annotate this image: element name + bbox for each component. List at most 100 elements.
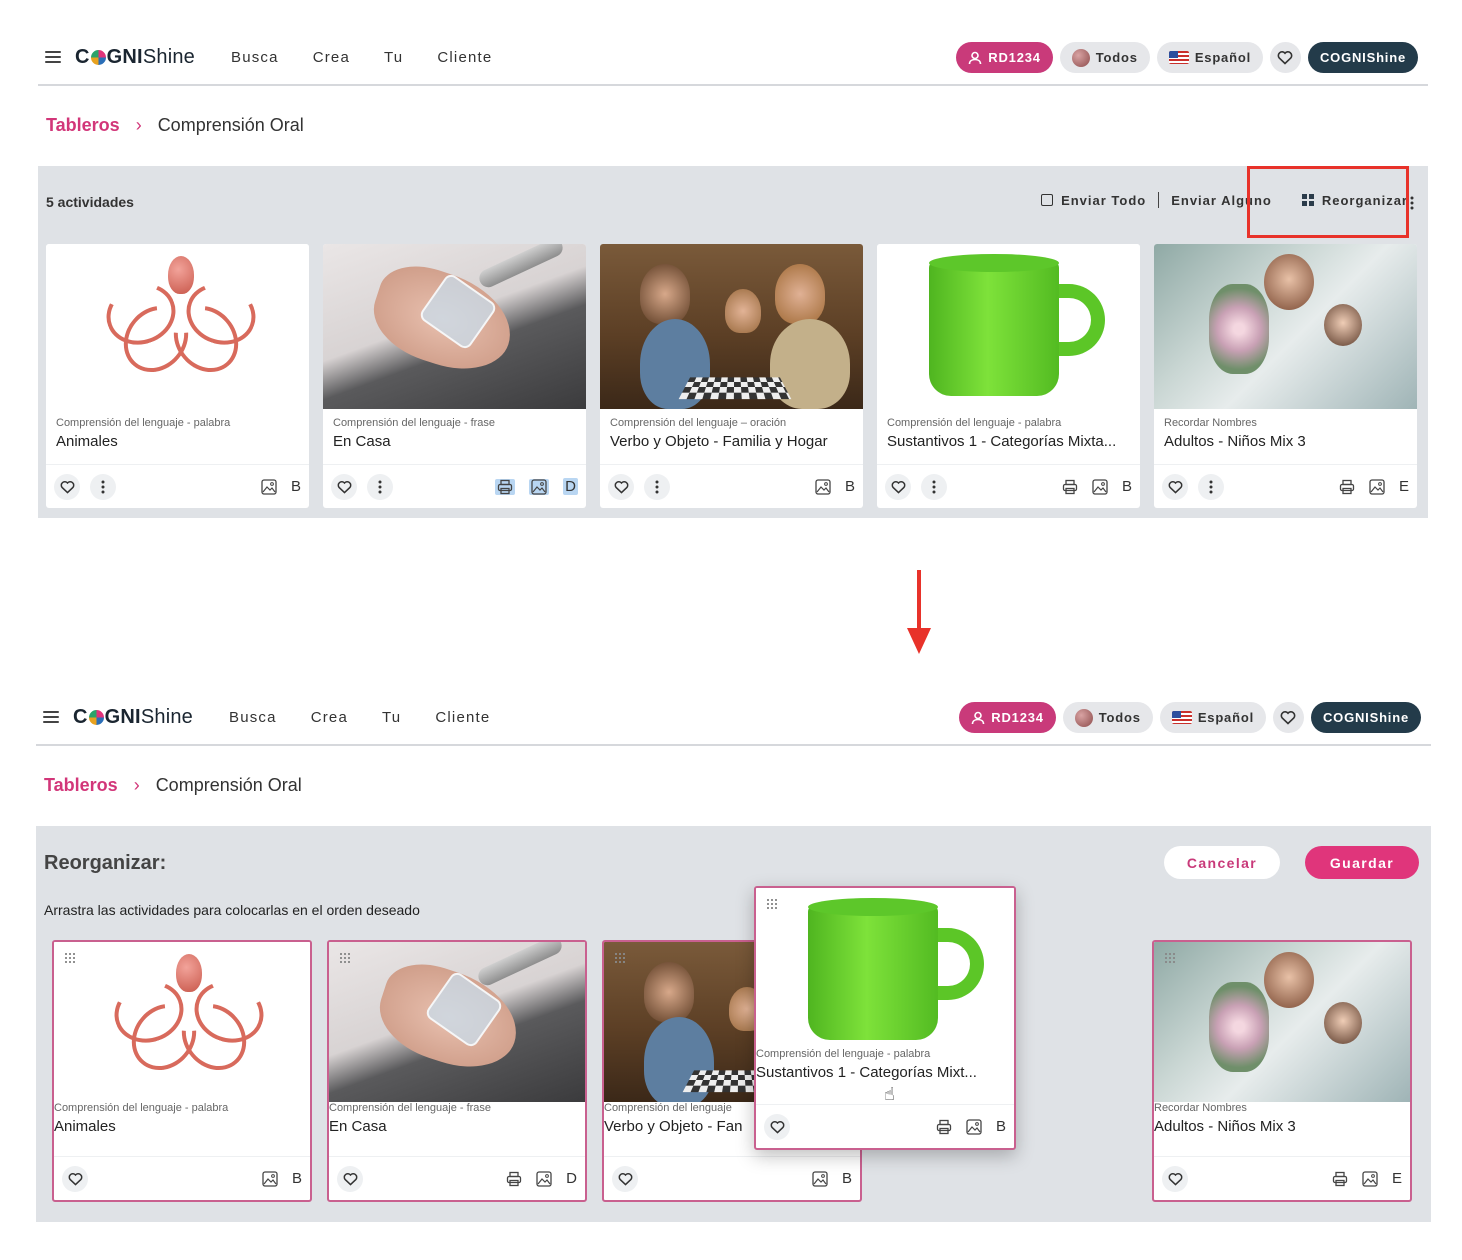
us-flag-icon bbox=[1168, 51, 1189, 64]
printer-icon[interactable] bbox=[1062, 479, 1078, 495]
drag-handle-icon[interactable] bbox=[614, 952, 626, 964]
user-pill[interactable]: RD1234 bbox=[956, 42, 1053, 73]
card-menu-button[interactable] bbox=[367, 473, 393, 500]
brand-pill[interactable]: COGNIShine bbox=[1307, 42, 1418, 73]
card-title: Verbo y Objeto - Familia y Hogar bbox=[610, 433, 828, 450]
printer-icon[interactable] bbox=[506, 1171, 522, 1187]
brand-pill[interactable]: COGNIShine bbox=[1310, 702, 1421, 733]
level-letter: B bbox=[291, 1170, 302, 1187]
favorite-button[interactable] bbox=[885, 473, 911, 500]
favorite-button[interactable] bbox=[331, 473, 357, 500]
favorite-button[interactable] bbox=[337, 1165, 363, 1192]
card-category: Recordar Nombres bbox=[1154, 1102, 1247, 1114]
logo[interactable]: C GNI Shine bbox=[73, 706, 193, 729]
heart-icon bbox=[1281, 711, 1296, 725]
favorites-button[interactable] bbox=[1272, 702, 1304, 733]
nav-crea[interactable]: Crea bbox=[311, 709, 348, 726]
image-icon[interactable] bbox=[815, 478, 831, 495]
save-button[interactable]: Guardar bbox=[1305, 846, 1419, 879]
activity-card[interactable]: Comprensión del lenguaje - palabra Anima… bbox=[46, 244, 309, 508]
activity-card[interactable]: Comprensión del lenguaje - frase En Casa… bbox=[323, 244, 586, 508]
nav-cliente[interactable]: Cliente bbox=[437, 49, 492, 66]
card-category: Comprensión del lenguaje - palabra bbox=[756, 1048, 931, 1060]
image-icon[interactable] bbox=[812, 1170, 828, 1187]
nav-crea[interactable]: Crea bbox=[313, 49, 350, 66]
card-menu-button[interactable] bbox=[90, 473, 116, 500]
image-icon[interactable] bbox=[1369, 478, 1385, 495]
image-button[interactable] bbox=[529, 478, 550, 495]
card-title: Sustantivos 1 - Categorías Mixta... bbox=[887, 433, 1117, 450]
activity-card[interactable]: Comprensión del lenguaje - palabra Susta… bbox=[877, 244, 1140, 508]
cancel-button[interactable]: Cancelar bbox=[1164, 846, 1280, 879]
activity-card[interactable]: Comprensión del lenguaje – oración Verbo… bbox=[600, 244, 863, 508]
group-avatar-icon bbox=[1071, 48, 1090, 67]
drag-handle-icon[interactable] bbox=[766, 898, 778, 910]
group-pill[interactable]: Todos bbox=[1059, 42, 1150, 73]
nav-cliente[interactable]: Cliente bbox=[435, 709, 490, 726]
more-vertical-icon bbox=[378, 480, 382, 493]
grab-cursor-icon: ☝ bbox=[884, 1084, 895, 1104]
drag-handle-icon[interactable] bbox=[1164, 952, 1176, 964]
favorite-button[interactable] bbox=[764, 1113, 790, 1140]
card-menu-button[interactable] bbox=[921, 473, 947, 500]
heart-icon bbox=[1168, 1172, 1182, 1186]
image-icon[interactable] bbox=[1092, 478, 1108, 495]
image-icon[interactable] bbox=[262, 1170, 278, 1187]
card-menu-button[interactable] bbox=[1198, 473, 1224, 500]
more-vertical-icon bbox=[1209, 480, 1213, 493]
sortable-card[interactable]: Recordar Nombres Adultos - Niños Mix 3 E bbox=[1152, 940, 1412, 1202]
favorite-button[interactable] bbox=[54, 473, 80, 500]
image-icon bbox=[531, 478, 547, 495]
more-options-icon[interactable] bbox=[1410, 196, 1414, 210]
printer-icon[interactable] bbox=[1332, 1171, 1348, 1187]
breadcrumb-current: Comprensión Oral bbox=[155, 774, 302, 795]
favorite-button[interactable] bbox=[1162, 1165, 1188, 1192]
drag-handle-icon[interactable] bbox=[339, 952, 351, 964]
breadcrumb-root[interactable]: Tableros bbox=[46, 115, 120, 136]
printer-icon[interactable] bbox=[936, 1119, 952, 1135]
heart-icon bbox=[1278, 51, 1293, 65]
sortable-card[interactable]: Comprensión del lenguaje - frase En Casa… bbox=[327, 940, 587, 1202]
image-icon[interactable] bbox=[261, 478, 277, 495]
group-pill[interactable]: Todos bbox=[1062, 702, 1153, 733]
send-all-button[interactable]: Enviar Todo bbox=[1061, 193, 1146, 208]
sortable-card[interactable]: Comprensión del lenguaje - palabra Anima… bbox=[52, 940, 312, 1202]
nav-busca[interactable]: Busca bbox=[231, 49, 279, 66]
language-pill[interactable]: Español bbox=[1156, 42, 1263, 73]
nav-tu[interactable]: Tu bbox=[384, 49, 403, 66]
image-icon[interactable] bbox=[966, 1118, 982, 1135]
image-icon[interactable] bbox=[1362, 1170, 1378, 1187]
printer-icon bbox=[498, 479, 513, 494]
favorite-button[interactable] bbox=[62, 1165, 88, 1192]
main-nav: Busca Crea Tu Cliente bbox=[229, 709, 490, 726]
image-icon[interactable] bbox=[536, 1170, 552, 1187]
favorites-button[interactable] bbox=[1269, 42, 1301, 73]
card-menu-button[interactable] bbox=[644, 473, 670, 500]
dragging-card[interactable]: Comprensión del lenguaje - palabra Susta… bbox=[754, 886, 1016, 1150]
language-pill[interactable]: Español bbox=[1159, 702, 1266, 733]
activity-cards: Comprensión del lenguaje - palabra Anima… bbox=[46, 244, 1417, 508]
nav-busca[interactable]: Busca bbox=[229, 709, 277, 726]
woman-girl-flowers-image bbox=[1154, 942, 1410, 1102]
family-chess-image bbox=[600, 244, 863, 409]
card-category: Recordar Nombres bbox=[1164, 417, 1257, 429]
activity-card[interactable]: Recordar Nombres Adultos - Niños Mix 3 E bbox=[1154, 244, 1417, 508]
favorite-button[interactable] bbox=[612, 1165, 638, 1192]
favorite-button[interactable] bbox=[1162, 473, 1188, 500]
breadcrumb-root[interactable]: Tableros bbox=[44, 775, 118, 796]
print-button[interactable] bbox=[495, 478, 516, 495]
favorite-button[interactable] bbox=[608, 473, 634, 500]
logo-mark-icon bbox=[90, 49, 106, 65]
activities-panel: 5 actividades Enviar Todo Enviar Alguno … bbox=[38, 166, 1428, 518]
heart-icon bbox=[618, 1172, 632, 1186]
menu-icon[interactable] bbox=[43, 711, 59, 723]
drag-handle-icon[interactable] bbox=[64, 952, 76, 964]
menu-icon[interactable] bbox=[45, 51, 61, 63]
printer-icon[interactable] bbox=[1339, 479, 1355, 495]
more-vertical-icon bbox=[101, 480, 105, 493]
nav-tu[interactable]: Tu bbox=[382, 709, 401, 726]
user-pill[interactable]: RD1234 bbox=[959, 702, 1056, 733]
heart-icon bbox=[343, 1172, 357, 1186]
logo[interactable]: C GNI Shine bbox=[75, 46, 195, 69]
card-category: Comprensión del lenguaje - palabra bbox=[56, 417, 231, 429]
